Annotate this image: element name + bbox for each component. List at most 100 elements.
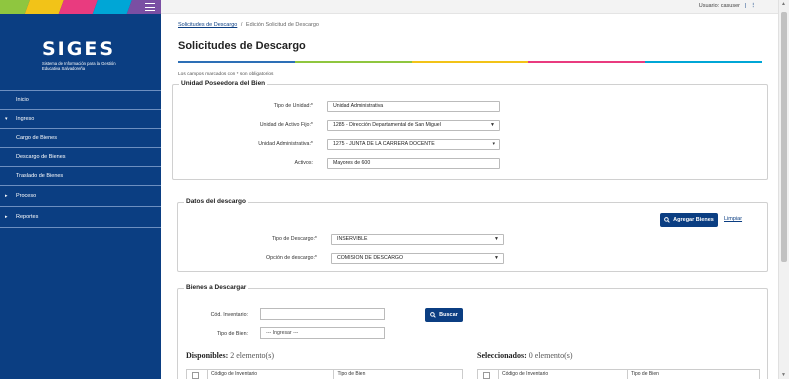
tipo-unidad-label: Tipo de Unidad:* bbox=[273, 103, 313, 109]
scroll-thumb[interactable] bbox=[781, 12, 787, 262]
column-header-codigo[interactable]: Código de Inventario bbox=[206, 369, 334, 379]
breadcrumb: Solicitudes de Descargo / Edición Solici… bbox=[178, 22, 768, 28]
required-note: Los campos marcados con * son obligatori… bbox=[178, 72, 274, 77]
color-segment bbox=[294, 61, 412, 63]
buscar-label: Buscar bbox=[439, 312, 458, 318]
color-segment bbox=[645, 61, 762, 63]
page-scrollbar[interactable]: ▲ ▼ bbox=[778, 0, 789, 379]
unidad-activo-fijo-value: 1285 - Dirección Departamental de San Mi… bbox=[333, 122, 441, 128]
tipo-descargo-value: INSERVIBLE bbox=[337, 236, 368, 242]
sidebar-item-label: Ingreso bbox=[16, 116, 35, 122]
activos-label: Activos: bbox=[294, 160, 313, 166]
sidebar-item-inicio[interactable]: Inicio bbox=[0, 90, 161, 109]
unidad-admin-value: 1275 - JUNTA DE LA CARRERA DOCENTE bbox=[333, 141, 435, 147]
chevron-right-icon: ▸ bbox=[5, 193, 8, 199]
fieldset-datos-descargo: Datos del descargo Agregar Bienes Limpia… bbox=[177, 198, 768, 272]
user-area: Usuario: casuser | ⋮ bbox=[699, 3, 756, 9]
sidebar-item-descargo-bienes[interactable]: Descargo de Bienes bbox=[0, 147, 161, 166]
opcion-descargo-select[interactable]: COMISION DE DESCARGO ▼ bbox=[331, 253, 504, 264]
separator: | bbox=[744, 3, 746, 9]
activos-select[interactable]: Mayores de 600 bbox=[327, 158, 500, 169]
legend-bienes-descargar: Bienes a Descargar bbox=[184, 284, 249, 291]
column-header-tipo-bien[interactable]: Tipo de Bien bbox=[333, 369, 462, 379]
logo-subtitle: Sistema de Información para la Gestión E… bbox=[42, 61, 116, 71]
disponibles-count: 2 elemento(s) bbox=[230, 351, 274, 360]
siges-logo: SIGES Sistema de Información para la Ges… bbox=[42, 38, 122, 71]
seleccionados-title: Seleccionados: bbox=[477, 351, 527, 360]
scroll-down-icon[interactable]: ▼ bbox=[781, 372, 786, 378]
dropdown-arrow-icon: ▼ bbox=[494, 255, 499, 261]
scroll-up-icon[interactable]: ▲ bbox=[781, 1, 786, 7]
nav-divider bbox=[0, 227, 161, 228]
search-icon bbox=[430, 312, 436, 318]
search-icon bbox=[664, 217, 670, 223]
brand-stripes bbox=[0, 0, 161, 14]
dropdown-arrow-icon: ▼ bbox=[490, 122, 495, 128]
seleccionados-count: 0 elemento(s) bbox=[528, 351, 573, 360]
sidebar-item-label: Inicio bbox=[16, 97, 29, 103]
opcion-descargo-label: Opción de descargo:* bbox=[266, 255, 317, 261]
fieldset-unidad-poseedora: Unidad Poseedora del Bien Tipo de Unidad… bbox=[172, 80, 768, 180]
sidebar-item-reportes[interactable]: ▸ Reportes bbox=[0, 206, 161, 227]
cod-inventario-input[interactable] bbox=[260, 308, 385, 320]
tipo-descargo-select[interactable]: INSERVIBLE ▼ bbox=[331, 234, 504, 245]
hamburger-menu-icon[interactable] bbox=[145, 3, 155, 11]
color-segment bbox=[411, 61, 529, 63]
disponibles-heading: Disponibles: 2 elemento(s) bbox=[186, 351, 274, 360]
dropdown-arrow-icon: ▾ bbox=[492, 141, 495, 147]
agregar-bienes-button[interactable]: Agregar Bienes bbox=[660, 213, 718, 227]
limpiar-link[interactable]: Limpiar bbox=[724, 216, 742, 222]
sidebar-item-label: Proceso bbox=[16, 193, 37, 199]
column-header-codigo[interactable]: Código de Inventario bbox=[498, 369, 627, 379]
sidebar-item-label: Descargo de Bienes bbox=[16, 154, 66, 160]
sidebar: SIGES Sistema de Información para la Ges… bbox=[0, 0, 161, 379]
breadcrumb-separator: / bbox=[240, 22, 243, 28]
cod-inventario-label: Cód. Inventario: bbox=[210, 312, 248, 318]
legend-datos-descargo: Datos del descargo bbox=[184, 198, 248, 205]
buscar-button[interactable]: Buscar bbox=[425, 308, 463, 322]
select-all-checkbox[interactable] bbox=[483, 371, 490, 379]
color-segment bbox=[528, 61, 646, 63]
sidebar-item-label: Traslado de Bienes bbox=[16, 173, 64, 179]
column-header-tipo-bien[interactable]: Tipo de Bien bbox=[627, 369, 757, 379]
disponibles-title: Disponibles: bbox=[186, 351, 229, 360]
sidebar-item-ingreso[interactable]: ▾ Ingreso bbox=[0, 109, 161, 128]
tipo-bien-input[interactable]: --- Ingresar --- bbox=[260, 327, 385, 339]
page-title: Solicitudes de Descargo bbox=[178, 40, 306, 52]
seleccionados-heading: Seleccionados: 0 elemento(s) bbox=[477, 351, 573, 360]
sidebar-item-traslado-bienes[interactable]: Traslado de Bienes bbox=[0, 166, 161, 185]
unidad-admin-select[interactable]: 1275 - JUNTA DE LA CARRERA DOCENTE ▾ bbox=[327, 139, 500, 150]
tipo-unidad-select[interactable]: Unidad Administrativa bbox=[327, 101, 500, 112]
fieldset-bienes-descargar: Bienes a Descargar Cód. Inventario: Tipo… bbox=[177, 284, 768, 379]
sidebar-item-proceso[interactable]: ▸ Proceso bbox=[0, 185, 161, 206]
top-bar: Usuario: casuser | ⋮ bbox=[161, 0, 778, 14]
title-color-bar bbox=[178, 61, 762, 63]
legend-unidad-poseedora: Unidad Poseedora del Bien bbox=[179, 80, 268, 87]
color-segment bbox=[178, 61, 295, 63]
dropdown-arrow-icon: ▼ bbox=[494, 236, 499, 242]
kebab-menu-icon[interactable]: ⋮ bbox=[751, 3, 757, 9]
brand-stripe bbox=[126, 0, 161, 14]
chevron-right-icon: ▸ bbox=[5, 214, 8, 220]
unidad-activo-fijo-label: Unidad de Activo Fijo:* bbox=[259, 122, 313, 128]
chevron-down-icon: ▾ bbox=[5, 116, 8, 122]
breadcrumb-parent-link[interactable]: Solicitudes de Descargo bbox=[178, 22, 237, 28]
user-label[interactable]: Usuario: casuser bbox=[699, 3, 740, 9]
breadcrumb-current: Edición Solicitud de Descargo bbox=[245, 22, 319, 28]
select-all-checkbox[interactable] bbox=[192, 371, 199, 379]
logo-title: SIGES bbox=[42, 38, 116, 60]
agregar-bienes-label: Agregar Bienes bbox=[673, 217, 714, 223]
unidad-admin-label: Unidad Administrativa:* bbox=[258, 141, 313, 147]
sidebar-item-cargo-bienes[interactable]: Cargo de Bienes bbox=[0, 128, 161, 147]
tipo-descargo-label: Tipo de Descargo:* bbox=[271, 236, 317, 242]
disponibles-table-header: Código de Inventario Tipo de Bien bbox=[186, 369, 463, 379]
sidebar-item-label: Reportes bbox=[16, 214, 39, 220]
sidebar-nav: Inicio ▾ Ingreso Cargo de Bienes Descarg… bbox=[0, 90, 161, 228]
tipo-bien-label: Tipo de Bien: bbox=[216, 331, 248, 337]
seleccionados-table-header: Código de Inventario Tipo de Bien bbox=[477, 369, 760, 379]
activos-value: Mayores de 600 bbox=[333, 160, 371, 166]
main-content: Solicitudes de Descargo / Edición Solici… bbox=[178, 14, 768, 77]
sidebar-item-label: Cargo de Bienes bbox=[16, 135, 57, 141]
tipo-unidad-value: Unidad Administrativa bbox=[333, 103, 384, 109]
unidad-activo-fijo-select[interactable]: 1285 - Dirección Departamental de San Mi… bbox=[327, 120, 500, 131]
